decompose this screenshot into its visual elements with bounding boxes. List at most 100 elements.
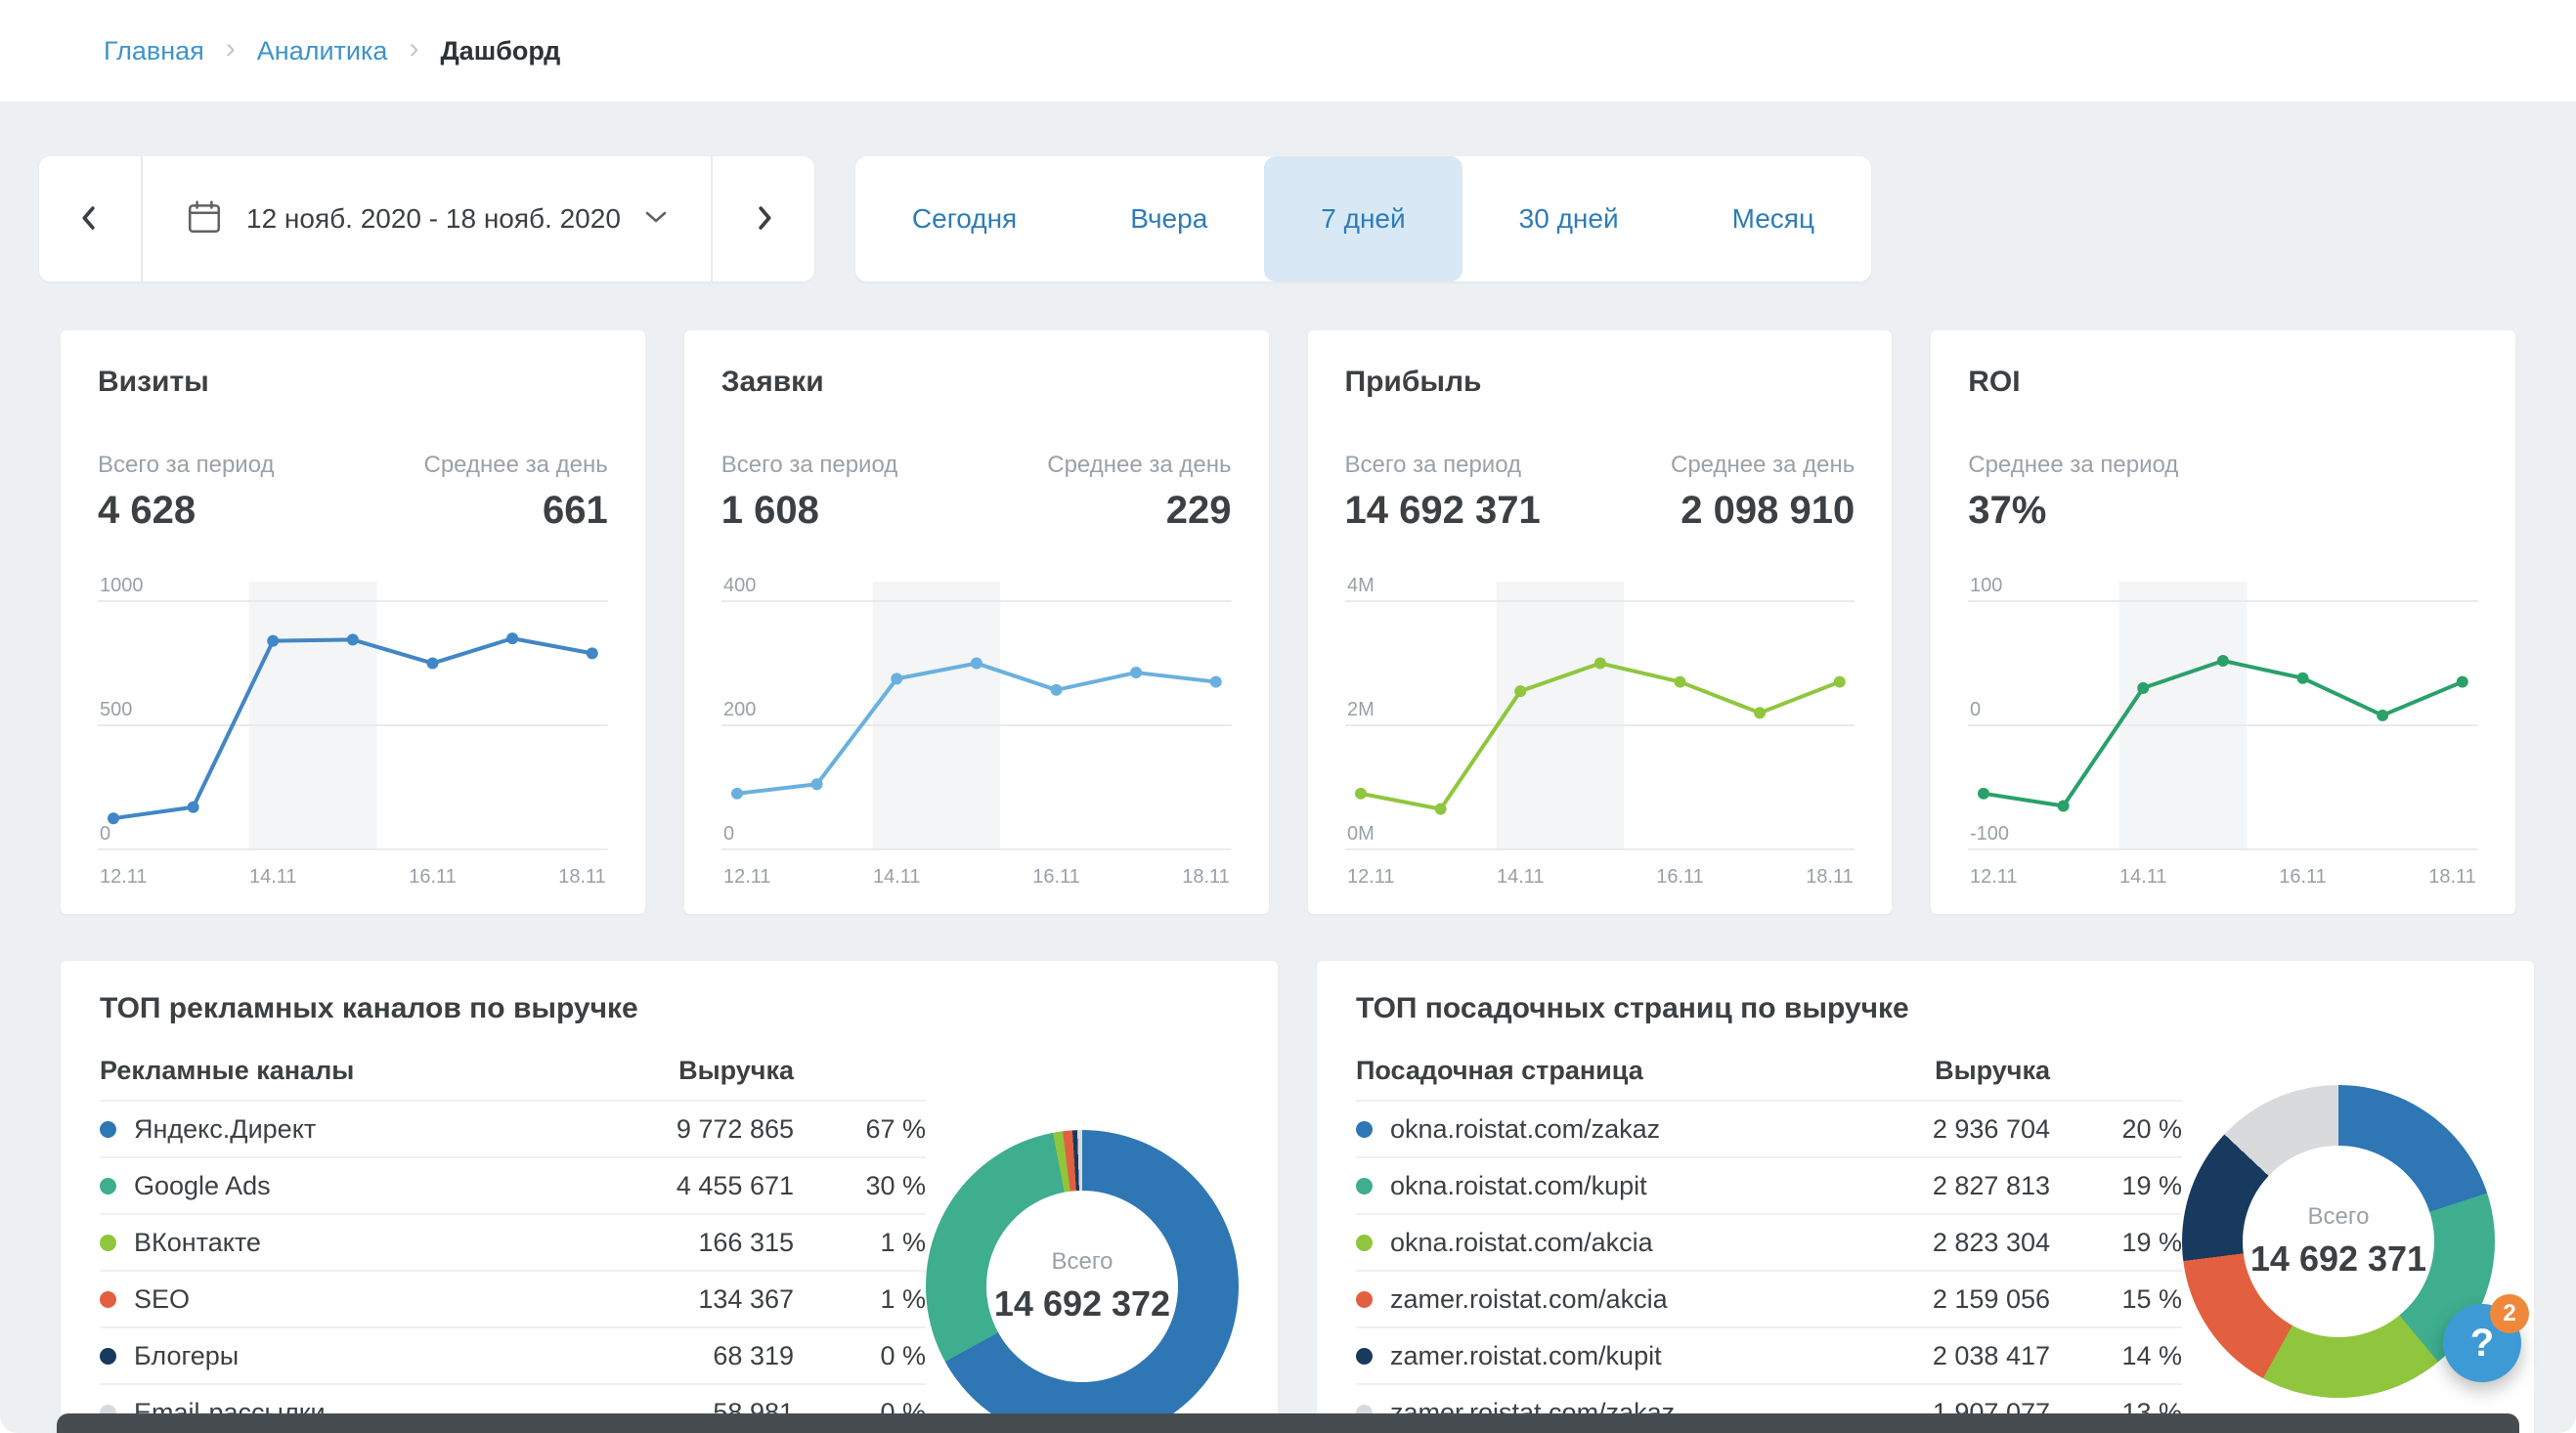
svg-text:4M: 4M: [1346, 575, 1374, 596]
metric-label: Всего за период: [98, 452, 275, 479]
metric-value: 37%: [1968, 489, 2178, 533]
revenue-percent: 19 %: [2050, 1228, 2182, 1258]
series-color-dot: [1356, 1178, 1373, 1194]
chevron-down-icon: [644, 209, 668, 230]
svg-text:14.11: 14.11: [249, 866, 297, 888]
calendar-icon: [186, 198, 223, 240]
svg-text:0M: 0M: [1346, 823, 1374, 845]
svg-text:14.11: 14.11: [1496, 866, 1544, 888]
row-name-cell: okna.roistat.com/akcia: [1356, 1228, 1845, 1258]
table-row[interactable]: Яндекс.Директ9 772 86567 %: [100, 1102, 926, 1158]
revenue-value: 2 827 813: [1845, 1171, 2050, 1201]
series-label: SEO: [134, 1284, 190, 1315]
channels-donut-wrap: Всего 14 692 372: [926, 1130, 1239, 1433]
pages-table-rows: okna.roistat.com/zakaz2 936 70420 %okna.…: [1356, 1102, 2182, 1433]
chevron-right-icon: ›: [409, 32, 418, 65]
next-period-button[interactable]: [713, 156, 814, 282]
series-color-dot: [100, 1235, 116, 1251]
svg-text:400: 400: [723, 575, 756, 596]
tab-month[interactable]: Месяц: [1676, 156, 1871, 282]
table-row[interactable]: zamer.roistat.com/kupit2 038 41714 %: [1356, 1328, 2182, 1385]
svg-text:18.11: 18.11: [2428, 866, 2476, 888]
breadcrumb-home[interactable]: Главная: [104, 36, 204, 66]
visits-line-chart[interactable]: 0500100012.1114.1116.1118.11: [98, 556, 608, 889]
kpi-card-roi: ROI Среднее за период 37% -100010012.111…: [1931, 330, 2515, 914]
help-button[interactable]: ? 2: [2443, 1304, 2521, 1382]
channels-table: Рекламные каналы Выручка Яндекс.Директ9 …: [100, 1041, 926, 1433]
card-title: ТОП посадочных страниц по выручке: [1356, 992, 2495, 1025]
table-row[interactable]: Google Ads4 455 67130 %: [100, 1158, 926, 1215]
kpi-title: Визиты: [98, 366, 608, 399]
svg-text:12.11: 12.11: [1346, 866, 1394, 888]
revenue-value: 2 038 417: [1845, 1341, 2050, 1371]
table-row[interactable]: SEO134 3671 %: [100, 1272, 926, 1328]
kpi-metrics: Всего за период 1 608 Среднее за день 22…: [721, 452, 1232, 533]
revenue-percent: 30 %: [794, 1171, 926, 1201]
series-color-dot: [1356, 1121, 1373, 1138]
channels-table-rows: Яндекс.Директ9 772 86567 %Google Ads4 45…: [100, 1102, 926, 1433]
kpi-metrics: Всего за период 4 628 Среднее за день 66…: [98, 452, 608, 533]
series-label: zamer.roistat.com/akcia: [1390, 1284, 1668, 1315]
row-name-cell: zamer.roistat.com/akcia: [1356, 1284, 1845, 1315]
profit-line-chart[interactable]: 0M2M4M12.1114.1116.1118.11: [1345, 556, 1856, 889]
row-name-cell: Блогеры: [100, 1341, 589, 1371]
period-tabs: Сегодня Вчера 7 дней 30 дней Месяц: [855, 156, 1871, 282]
metric-label: Среднее за период: [1968, 452, 2178, 479]
topbar: Главная › Аналитика › Дашборд: [0, 0, 2576, 102]
tab-7-days[interactable]: 7 дней: [1264, 156, 1462, 282]
column-header-revenue: Выручка: [1845, 1056, 2050, 1086]
svg-text:16.11: 16.11: [1656, 866, 1704, 888]
row-name-cell: zamer.roistat.com/kupit: [1356, 1341, 1845, 1371]
svg-text:-100: -100: [1970, 823, 2009, 845]
revenue-value: 68 319: [589, 1341, 794, 1371]
column-header-name: Посадочная страница: [1356, 1056, 1845, 1086]
revenue-percent: 1 %: [794, 1284, 926, 1315]
prev-period-button[interactable]: [39, 156, 141, 282]
table-row[interactable]: zamer.roistat.com/akcia2 159 05615 %: [1356, 1272, 2182, 1328]
channels-donut-chart[interactable]: Всего 14 692 372: [926, 1130, 1239, 1433]
kpi-row: Визиты Всего за период 4 628 Среднее за …: [61, 330, 2515, 914]
donut-center: Всего 14 692 372: [986, 1191, 1178, 1382]
svg-text:500: 500: [100, 699, 132, 720]
series-color-dot: [100, 1121, 116, 1138]
bottom-row: ТОП рекламных каналов по выручке Рекламн…: [61, 961, 2515, 1433]
metric-label: Всего за период: [1345, 452, 1541, 479]
svg-text:14.11: 14.11: [873, 866, 921, 888]
kpi-card-profit: Прибыль Всего за период 14 692 371 Средн…: [1308, 330, 1893, 914]
kpi-title: Заявки: [721, 366, 1232, 399]
svg-text:0: 0: [723, 823, 734, 845]
metric-value: 14 692 371: [1345, 489, 1541, 533]
table-row[interactable]: ВКонтакте166 3151 %: [100, 1215, 926, 1272]
breadcrumb-analytics[interactable]: Аналитика: [257, 36, 388, 66]
tab-yesterday[interactable]: Вчера: [1073, 156, 1264, 282]
date-range-control: 12 нояб. 2020 - 18 нояб. 2020: [39, 156, 814, 282]
series-color-dot: [100, 1291, 116, 1308]
requests-line-chart[interactable]: 020040012.1114.1116.1118.11: [721, 556, 1232, 889]
svg-text:0: 0: [1970, 699, 1981, 720]
chevron-right-icon: ›: [226, 32, 236, 65]
roi-line-chart[interactable]: -100010012.1114.1116.1118.11: [1968, 556, 2478, 889]
tab-today[interactable]: Сегодня: [855, 156, 1073, 282]
row-name-cell: SEO: [100, 1284, 589, 1315]
revenue-value: 2 936 704: [1845, 1114, 2050, 1145]
table-row[interactable]: Блогеры68 3190 %: [100, 1328, 926, 1385]
donut-center-value: 14 692 372: [994, 1283, 1170, 1324]
svg-text:12.11: 12.11: [1970, 866, 2018, 888]
kpi-metrics: Всего за период 14 692 371 Среднее за де…: [1345, 452, 1856, 533]
toolbar: 12 нояб. 2020 - 18 нояб. 2020 Сегодня Вч…: [39, 156, 2537, 282]
table-row[interactable]: okna.roistat.com/akcia2 823 30419 %: [1356, 1215, 2182, 1272]
revenue-percent: 0 %: [794, 1341, 926, 1371]
metric-label: Среднее за день: [424, 452, 608, 479]
revenue-value: 166 315: [589, 1228, 794, 1258]
revenue-percent: 20 %: [2050, 1114, 2182, 1145]
tab-30-days[interactable]: 30 дней: [1463, 156, 1676, 282]
table-row[interactable]: okna.roistat.com/kupit2 827 81319 %: [1356, 1158, 2182, 1215]
chevron-right-icon: [747, 201, 780, 238]
table-row[interactable]: okna.roistat.com/zakaz2 936 70420 %: [1356, 1102, 2182, 1158]
table-header: Посадочная страница Выручка: [1356, 1041, 2182, 1102]
top-channels-card: ТОП рекламных каналов по выручке Рекламн…: [61, 961, 1278, 1433]
series-label: Google Ads: [134, 1171, 271, 1201]
svg-text:12.11: 12.11: [100, 866, 148, 888]
date-range-picker[interactable]: 12 нояб. 2020 - 18 нояб. 2020: [143, 156, 711, 282]
kpi-card-visits: Визиты Всего за период 4 628 Среднее за …: [61, 330, 645, 914]
